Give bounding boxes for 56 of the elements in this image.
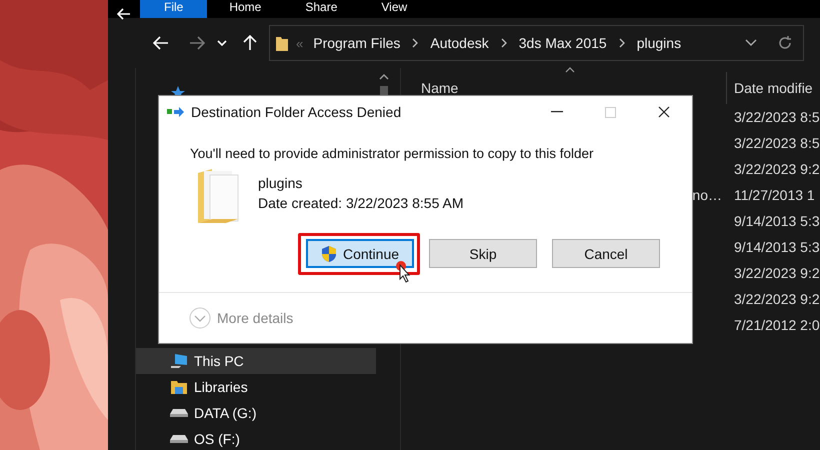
chevron-right-icon[interactable] [500, 38, 507, 48]
ribbon-tab[interactable]: Home [207, 0, 284, 18]
minimize-icon[interactable] [551, 111, 563, 113]
table-cell-text: 7/21/2012 2:0 [733, 317, 820, 333]
table-cell-text: 3/22/2023 8:5 [733, 109, 820, 125]
address-bar[interactable]: « Program Files Autodesk 3ds Max 2015 plugins [269, 25, 804, 61]
column-header[interactable]: Name [401, 80, 726, 96]
breadcrumb[interactable]: Autodesk [430, 35, 489, 51]
table-cell-text: 3/22/2023 9:2 [733, 265, 820, 281]
drive-icon [170, 408, 188, 418]
refresh-icon[interactable] [777, 35, 793, 51]
breadcrumb[interactable]: plugins [636, 35, 682, 51]
details-toggle[interactable]: More details [189, 307, 294, 329]
shield-icon [320, 244, 337, 262]
copy-arrow-icon [167, 106, 185, 118]
chevron-right-icon[interactable] [412, 38, 418, 48]
sidebar-item[interactable]: OS (F:) [136, 426, 376, 450]
folder-icon [276, 35, 288, 51]
chevron-right-icon[interactable] [618, 38, 625, 48]
file-date: Date created: 3/22/2023 8:55 AM [258, 194, 464, 213]
computer-icon [170, 353, 188, 369]
dialog-button[interactable]: Skip [429, 239, 537, 268]
file-name: plugins [258, 174, 304, 193]
back-arrow-icon[interactable] [153, 36, 169, 50]
table-cell-text: 9/14/2013 5:3 [733, 239, 820, 255]
ribbon-tab[interactable]: Share [283, 0, 360, 18]
column-header[interactable]: Date modifie [726, 72, 813, 104]
ribbon-tab[interactable]: File [140, 0, 208, 18]
forward-arrow-icon[interactable] [189, 36, 205, 50]
breadcrumb[interactable]: Program Files [313, 35, 400, 51]
breadcrumb[interactable]: 3ds Max 2015 [518, 35, 607, 51]
table-cell-text: 9/14/2013 5:3 [733, 213, 820, 229]
scroll-up-icon[interactable] [379, 74, 389, 80]
up-arrow-icon[interactable] [243, 35, 257, 51]
mouse-pointer-icon [396, 261, 412, 283]
chevron-down-icon [189, 307, 211, 329]
message-text: You'll need to provide administrator permission to copy to this folder [190, 146, 595, 161]
sidebar-item[interactable]: DATA (G:) [136, 400, 376, 426]
sidebar-item[interactable]: Libraries [136, 374, 376, 400]
window-title: Destination Folder Access Denied [191, 104, 402, 120]
sidebar-item[interactable]: This PC [136, 348, 376, 374]
scrollbar-thumb[interactable] [380, 86, 388, 96]
dialog-button[interactable]: Cancel [552, 239, 660, 268]
close-icon[interactable] [658, 106, 670, 118]
drive-icon [170, 434, 188, 444]
table-cell-text: 3/22/2023 9:2 [733, 161, 820, 177]
table-cell-text: 11/27/2013 1 [733, 187, 815, 203]
dialog-button[interactable]: Continue [306, 239, 414, 268]
table-cell: no… [692, 187, 722, 203]
table-cell-text: 3/22/2023 8:5 [733, 135, 820, 151]
table-cell-text: 3/22/2023 9:2 [733, 291, 820, 307]
ribbon-tab[interactable]: View [359, 0, 430, 18]
sort-caret-icon [565, 67, 575, 73]
back-arrow-icon[interactable] [117, 8, 131, 20]
chevron-down-icon[interactable] [745, 39, 757, 47]
folder-icon [170, 379, 188, 395]
